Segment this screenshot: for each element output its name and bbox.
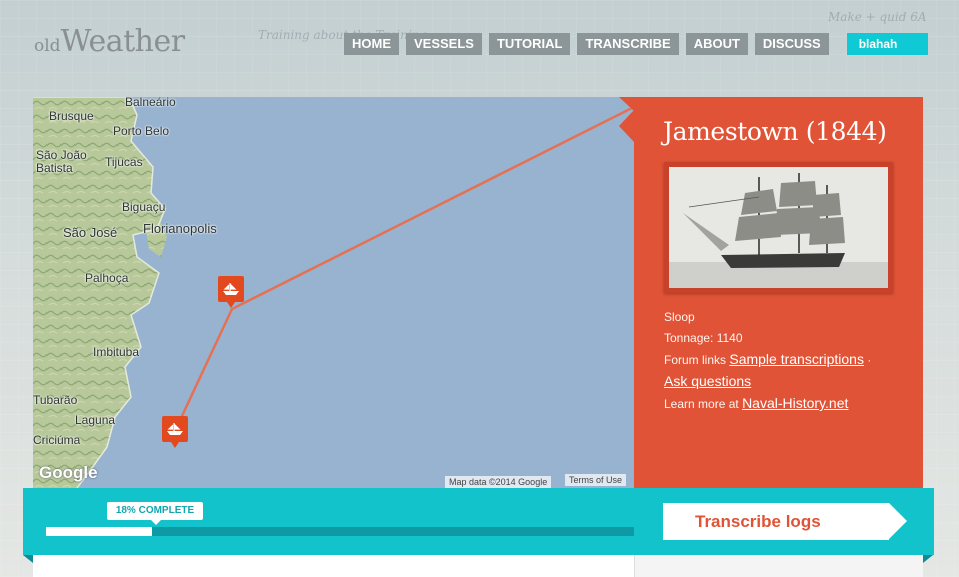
panel-notch	[619, 97, 634, 111]
ship-photo	[669, 167, 888, 288]
ship-tonnage: Tonnage: 1140	[664, 331, 743, 345]
transcribe-logs-button[interactable]: Transcribe logs	[663, 503, 907, 540]
main-nav: HOME VESSELS TUTORIAL TRANSCRIBE ABOUT D…	[344, 33, 928, 55]
nav-discuss[interactable]: DISCUSS	[754, 33, 829, 55]
ship-icon	[167, 423, 183, 435]
nav-home[interactable]: HOME	[344, 33, 399, 55]
learn-more: Learn more at Naval-History.net	[664, 395, 849, 411]
ship-panel: Jamestown (1844) Sloop Tonnage: 1140 For…	[634, 97, 923, 488]
user-menu[interactable]: blahah	[846, 33, 928, 55]
nav-vessels[interactable]: VESSELS	[406, 33, 482, 55]
site-logo[interactable]: oldWeather	[34, 24, 185, 59]
panel-pointer	[619, 110, 634, 142]
map-attribution: Map data ©2014 Google	[445, 476, 552, 488]
bar-fold	[923, 555, 933, 563]
forum-links: Forum links Sample transcriptions ·	[664, 351, 872, 367]
ship-photo-frame	[664, 162, 893, 293]
ship-position-marker[interactable]	[162, 416, 188, 448]
ship-name: Jamestown (1844)	[663, 117, 887, 146]
progress-track	[46, 527, 634, 536]
voyage-map[interactable]: Balneário Brusque Porto Belo São João Ba…	[33, 97, 634, 488]
content-sidebar	[634, 555, 923, 577]
sample-transcriptions-link[interactable]: Sample transcriptions	[729, 351, 864, 367]
nav-about[interactable]: ABOUT	[685, 33, 748, 55]
naval-history-link[interactable]: Naval-History.net	[742, 395, 848, 411]
progress-label: 18% COMPLETE	[107, 502, 203, 525]
google-logo: Google	[39, 463, 98, 482]
ship-type: Sloop	[664, 310, 695, 324]
terms-link[interactable]: Terms of Use	[565, 474, 627, 486]
ship-icon	[223, 283, 239, 295]
bar-fold	[23, 555, 33, 563]
nav-tutorial[interactable]: TUTORIAL	[488, 33, 571, 55]
voyage-route	[173, 105, 634, 432]
ship-details: Sloop Tonnage: 1140 Forum links Sample t…	[664, 307, 871, 415]
ship-position-marker[interactable]	[218, 276, 244, 308]
nav-transcribe[interactable]: TRANSCRIBE	[577, 33, 679, 55]
progress-fill	[46, 527, 152, 536]
background-scrawl: Make + quid 6A	[828, 10, 927, 24]
ask-questions-link[interactable]: Ask questions	[664, 373, 751, 389]
